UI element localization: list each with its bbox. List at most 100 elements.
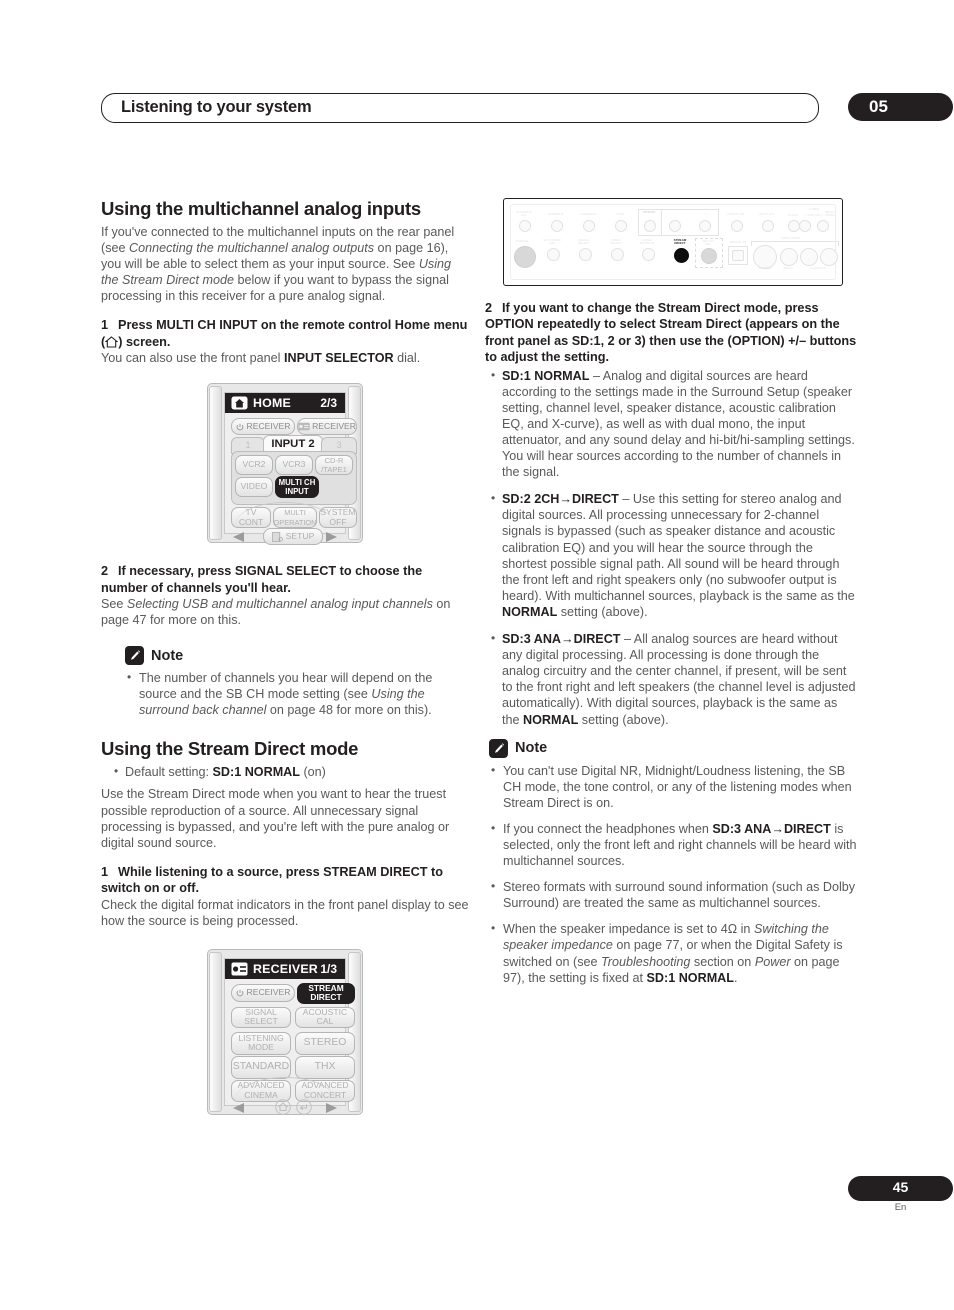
remote-button-signal-select[interactable]: SIGNAL SELECT <box>231 1006 291 1028</box>
pencil-glyph <box>130 650 140 661</box>
remote-power-label: RECEIVER <box>246 420 291 431</box>
note-italic-3: Power <box>754 954 791 969</box>
step-2-sub-italic: Selecting USB and multichannel analog in… <box>126 597 433 612</box>
fp-knob-minus[interactable] <box>669 220 681 232</box>
fp-knob-stream-direct[interactable] <box>674 248 689 263</box>
fp-label-option: OPTION <box>643 210 655 214</box>
remote-power-receiver-button[interactable]: RECEIVER <box>231 418 295 436</box>
fp-knob-tape-monitor[interactable] <box>642 248 655 261</box>
fp-knob-station-plus[interactable] <box>817 220 829 232</box>
mode-item-sd3: SD:3 ANA→DIRECT – All analog sources are… <box>489 630 857 728</box>
remote-button-cdr-tape1[interactable]: CD-R /TAPE1 <box>315 455 353 476</box>
intro-italic-1: Connecting the multichannel analog outpu… <box>129 240 375 255</box>
mode-item-sd1: SD:1 NORMAL – Analog and digital sources… <box>489 367 857 481</box>
fp-label-tape-monitor: TAPE/2 MONITOR <box>639 238 655 246</box>
fp-label-sb-ch-mode: SB CH MODE <box>825 210 835 218</box>
remote-button-thx[interactable]: THX <box>295 1055 355 1079</box>
stream-direct-modes-list: SD:1 NORMAL – Analog and digital sources… <box>489 367 857 728</box>
fp-knob-midnight[interactable] <box>551 220 563 232</box>
remote-button-listening-mode[interactable]: LISTENING MODE <box>231 1031 291 1055</box>
note-item: You can't use Digital NR, Midnight/Loudn… <box>489 762 857 811</box>
step-2-multichannel: 2 If necessary, press SIGNAL SELECT to ch… <box>101 563 469 596</box>
fp-jack-phones[interactable] <box>514 246 536 268</box>
language-code: En <box>894 1202 907 1213</box>
step-1-number: 1 <box>101 318 109 333</box>
fp-knob-video-select[interactable] <box>611 248 624 261</box>
note-header: Note <box>101 646 469 666</box>
fp-label-video-select: VIDEO SELECT <box>610 238 622 246</box>
fp-knob-tone[interactable] <box>615 220 627 232</box>
remote-curve-divider <box>235 502 335 525</box>
return-icon[interactable] <box>296 1098 312 1115</box>
remote-button-stream-direct[interactable]: STREAM DIRECT <box>297 982 355 1004</box>
fp-knob-plus[interactable] <box>699 220 711 232</box>
remote-prev-arrow-icon[interactable] <box>233 532 244 543</box>
fp-label-setup-mic: SET UP MIC <box>702 239 714 247</box>
page-title: Listening to your system <box>121 98 312 116</box>
page-number-badge: 45 <box>848 1176 953 1201</box>
remote-titlebar: HOME 2/3 <box>225 393 345 414</box>
remote-receiver-label: RECEIVER <box>312 420 356 431</box>
default-setting-list: Default setting: SD:1 NORMAL (on) <box>101 763 469 780</box>
fp-label-acoustic-cal: ACOUSTIC CAL <box>516 210 532 218</box>
intro-paragraph: If you've connected to the multichannel … <box>101 224 469 304</box>
remote-button-vcr3[interactable]: VCR3 <box>275 455 313 476</box>
manual-page: Listening to your system 05 Using the mu… <box>0 0 954 1310</box>
page-header-bar: Listening to your system <box>101 93 819 123</box>
fp-knob-station-minus[interactable] <box>799 220 811 232</box>
fp-label-loudness: LOUDNESS <box>579 212 597 216</box>
fp-jack-audio-l[interactable] <box>800 248 818 266</box>
note-header: Note <box>489 738 857 758</box>
fp-jack-video[interactable] <box>780 248 798 266</box>
home-icon <box>231 396 248 410</box>
remote-button-stereo[interactable]: STEREO <box>295 1031 355 1055</box>
remote-title: RECEIVER <box>253 961 318 976</box>
remote-setup-button[interactable]: SETUP <box>263 528 323 546</box>
power-icon <box>236 423 243 431</box>
remote-next-arrow-icon[interactable] <box>326 532 337 543</box>
fp-jack-digital-in[interactable] <box>732 250 744 261</box>
left-column: Using the multichannel analog inputs If … <box>101 198 469 1115</box>
fp-knob-input-att[interactable] <box>762 220 774 232</box>
remote-button-standard[interactable]: STANDARD <box>231 1055 291 1079</box>
home-icon[interactable] <box>275 1098 291 1115</box>
remote-button-acoustic-cal[interactable]: ACOUSTIC CAL <box>295 1006 355 1028</box>
sd-step-1-text: While listening to a source, press STREA… <box>101 864 443 896</box>
step-1-sub: You can also use the front panel INPUT S… <box>101 350 469 366</box>
fp-knob-loudness[interactable] <box>583 220 595 232</box>
fp-label-phones: PHONES <box>515 239 529 243</box>
note-item: If you connect the headphones when SD:3 … <box>489 820 857 869</box>
fp-jack-setup-mic[interactable] <box>701 248 717 264</box>
remote-receiver-button[interactable]: RECEIVER <box>297 418 357 436</box>
section-heading-stream-direct: Using the Stream Direct mode <box>101 738 359 760</box>
fp-label-digital-nr: DIGITAL NR <box>727 212 745 216</box>
remote-title: HOME <box>253 396 291 411</box>
remote-power-receiver-button[interactable]: RECEIVER <box>231 983 295 1002</box>
step-2-sub-a: See <box>101 597 127 612</box>
fp-label-midnight: MIDNIGHT <box>548 212 564 216</box>
remote-button-multi-ch-input[interactable]: MULTI CH INPUT <box>275 476 319 499</box>
fp-jack-audio-r[interactable] <box>820 248 838 266</box>
default-value: SD:1 NORMAL <box>212 765 300 780</box>
fp-knob-option[interactable] <box>644 220 656 232</box>
note-item: Stereo formats with surround sound infor… <box>489 878 857 911</box>
remote-button-vcr2[interactable]: VCR2 <box>235 455 273 476</box>
fp-knob-sp-system[interactable] <box>547 248 560 261</box>
fp-label-video-input: VIDEO INPUT <box>781 236 801 240</box>
front-panel-illustration: ACOUSTIC CAL MIDNIGHT LOUDNESS TONE OPTI… <box>503 198 843 286</box>
remote-prev-arrow-icon[interactable] <box>233 1102 244 1113</box>
remote-button-video[interactable]: VIDEO <box>235 477 273 498</box>
chapter-number: 05 <box>869 97 888 116</box>
step-2-number: 2 <box>101 564 109 579</box>
remote-titlebar: RECEIVER 1/3 <box>225 958 345 979</box>
fp-knob-signal-select[interactable] <box>579 248 592 261</box>
remote-page-indicator: 2/3 <box>320 396 337 411</box>
fp-knob-digital-nr[interactable] <box>731 220 743 232</box>
fp-knob-acoustic-cal[interactable] <box>519 220 531 232</box>
note-italic-2: Troubleshooting <box>601 954 691 969</box>
right-column: ACOUSTIC CAL MIDNIGHT LOUDNESS TONE OPTI… <box>485 198 857 996</box>
mode-bold-keyword: NORMAL <box>502 604 558 619</box>
remote-next-arrow-icon[interactable] <box>326 1102 337 1113</box>
note-block-left: Note The number of channels you hear wil… <box>101 646 469 718</box>
right-step-2-text: If you want to change the Stream Direct … <box>485 301 857 365</box>
